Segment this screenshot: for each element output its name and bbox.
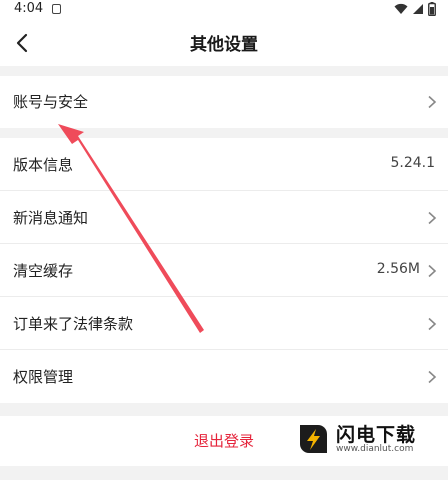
settings-item-new-message-notification[interactable]: 新消息通知 xyxy=(0,191,448,244)
watermark: 闪电下载 www.dianlut.com xyxy=(296,418,446,462)
wifi-icon xyxy=(394,3,408,15)
version-value: 5.24.1 xyxy=(390,155,435,171)
status-time: 4:04 xyxy=(14,1,44,16)
notification-icon xyxy=(52,4,61,14)
page-title: 其他设置 xyxy=(190,35,258,55)
settings-item-permission-management[interactable]: 权限管理 xyxy=(0,350,448,403)
settings-item-label: 账号与安全 xyxy=(13,93,89,111)
watermark-name: 闪电下载 xyxy=(336,424,417,446)
chevron-right-icon xyxy=(428,211,437,225)
settings-item-label: 订单来了法律条款 xyxy=(13,315,134,333)
settings-item-order-legal-terms[interactable]: 订单来了法律条款 xyxy=(0,297,448,350)
signal-icon xyxy=(413,4,423,14)
lightning-logo-icon xyxy=(300,425,327,453)
chevron-right-icon xyxy=(428,95,437,109)
status-bar: 4:04 xyxy=(0,0,448,20)
header-bar: 其他设置 xyxy=(0,20,448,66)
cache-size-value: 2.56M xyxy=(376,261,420,277)
chevron-right-icon xyxy=(428,264,437,278)
settings-item-label: 新消息通知 xyxy=(13,209,89,227)
chevron-right-icon xyxy=(428,370,437,384)
settings-item-label: 清空缓存 xyxy=(13,262,74,280)
settings-item-account-security[interactable]: 账号与安全 xyxy=(0,76,448,128)
settings-item-label: 权限管理 xyxy=(13,368,74,386)
chevron-right-icon xyxy=(428,317,437,331)
settings-item-label: 版本信息 xyxy=(13,156,74,174)
settings-item-clear-cache[interactable]: 清空缓存 2.56M xyxy=(0,244,448,297)
settings-item-version-info[interactable]: 版本信息 5.24.1 xyxy=(0,138,448,191)
watermark-url: www.dianlut.com xyxy=(336,444,414,454)
battery-icon xyxy=(428,2,436,16)
